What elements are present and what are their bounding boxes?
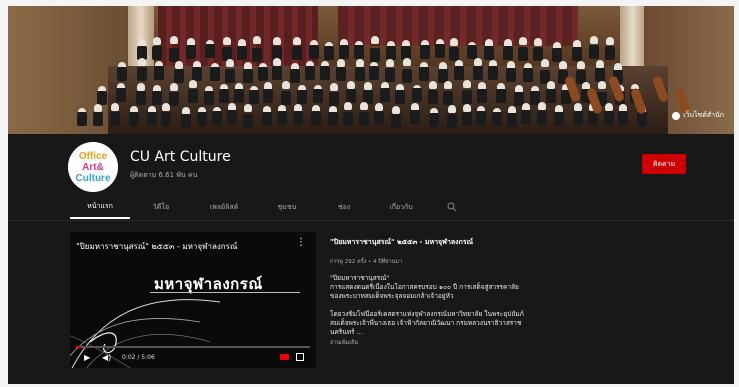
channel-tabs: หน้าแรก วิดีโอ เพลย์ลิสต์ ชุมชน ช่อง เกี… xyxy=(70,195,472,219)
description-line: โดยวงซิมโฟนีออร์เคสตราแห่งจุฬาลงกรณ์มหาว… xyxy=(330,310,524,318)
subscriber-count: ผู้ติดตาม 6.61 พัน คน xyxy=(130,171,198,179)
description-line: ของพระบาทสมเด็จพระจุลจอมเกล้าเจ้าอยู่หัว xyxy=(330,292,454,300)
progress-fill xyxy=(76,346,81,348)
avatar-line-1: Office xyxy=(79,151,108,162)
tab-playlists[interactable]: เพลย์ลิสต์ xyxy=(192,195,256,219)
external-link-icon xyxy=(672,111,681,120)
video-time: 0:02 / 5:06 xyxy=(122,354,155,361)
captions-icon[interactable] xyxy=(280,354,289,360)
play-icon[interactable]: ▶ xyxy=(84,353,90,362)
tab-about[interactable]: เกี่ยวกับ xyxy=(370,195,432,219)
avatar-line-3: Culture xyxy=(76,173,111,184)
featured-video-player[interactable]: "ปิยมหาราชานุสรณ์" ๒๕๕๓ - มหาจุฬาลงกรณ์ … xyxy=(70,232,316,368)
video-title[interactable]: "ปิยมหาราชานุสรณ์" ๒๕๕๓ - มหาจุฬาลงกรณ์ xyxy=(76,240,237,253)
tabs-divider xyxy=(8,220,734,221)
search-icon[interactable] xyxy=(432,195,472,219)
tab-community[interactable]: ชุมชน xyxy=(256,195,318,219)
fullscreen-icon[interactable] xyxy=(296,353,304,361)
tab-videos[interactable]: วิดีโอ xyxy=(130,195,192,219)
description-line: นครินทร์ ... xyxy=(330,328,363,336)
channel-banner: เว็บไซต์สำนัก xyxy=(8,6,734,134)
progress-bar[interactable] xyxy=(76,346,310,348)
description-line: "ปิยมหาราชานุสรณ์" xyxy=(330,274,390,282)
channel-name[interactable]: CU Art Culture xyxy=(130,149,231,165)
description-line: สมเด็จพระเจ้าพี่นางเธอ เจ้าฟ้ากัลยาณิวัฒ… xyxy=(330,319,522,327)
tab-channels[interactable]: ช่อง xyxy=(318,195,370,219)
tab-home[interactable]: หน้าแรก xyxy=(70,195,130,219)
more-vert-icon[interactable]: ⋮ xyxy=(296,238,306,248)
channel-page: เว็บไซต์สำนัก Office Art& Culture CU Art… xyxy=(8,6,734,384)
read-more-link[interactable]: อ่านเพิ่มเติม xyxy=(330,339,570,347)
description-line: การแสดงดนตรีเนื่องในโอกาสครบรอบ ๑๐๐ ปี ก… xyxy=(330,283,519,291)
channel-avatar[interactable]: Office Art& Culture xyxy=(68,142,118,192)
overlay-underline xyxy=(150,292,300,293)
volume-icon[interactable]: ◀) xyxy=(102,353,111,362)
video-details: "ปิยมหาราชานุสรณ์" ๒๕๕๓ - มหาจุฬาลงกรณ์ … xyxy=(330,237,570,347)
details-title[interactable]: "ปิยมหาราชานุสรณ์" ๒๕๕๓ - มหาจุฬาลงกรณ์ xyxy=(330,237,570,248)
avatar-line-2: Art& xyxy=(82,162,104,173)
details-meta: การดู 292 ครั้ง • 4 ปีที่ผ่านมา xyxy=(330,259,403,265)
banner-link-label: เว็บไซต์สำนัก xyxy=(683,111,724,119)
subscribe-button[interactable]: ติดตาม xyxy=(642,154,686,174)
banner-website-link[interactable]: เว็บไซต์สำนัก xyxy=(672,110,724,121)
player-controls: ▶ ◀) 0:02 / 5:06 xyxy=(70,346,316,368)
